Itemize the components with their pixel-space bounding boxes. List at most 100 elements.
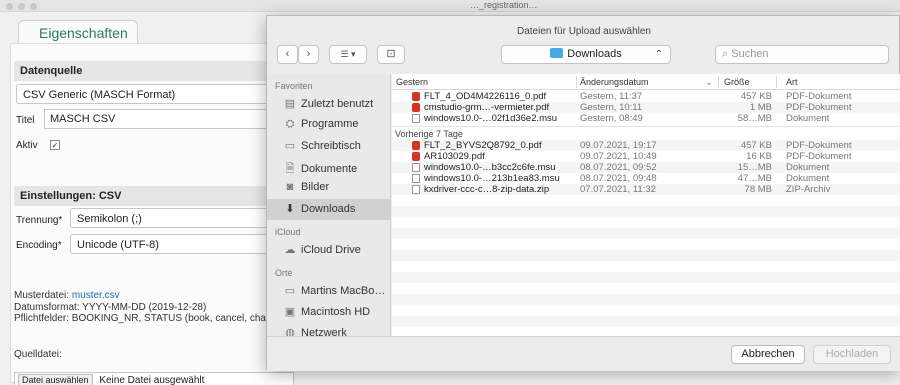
empty-row bbox=[392, 217, 900, 228]
file-kind: PDF-Dokument bbox=[786, 91, 852, 102]
sidebar-item-cloud[interactable]: ☁ iCloud Drive bbox=[267, 240, 390, 261]
file-date: Gestern, 11:37 bbox=[580, 91, 643, 102]
column-kind-header[interactable]: Art bbox=[786, 77, 798, 87]
quelldatei-file-input[interactable]: Datei auswählen Keine Datei ausgewählt bbox=[14, 372, 294, 385]
doc-file-icon bbox=[412, 114, 420, 123]
file-date: Gestern, 10:11 bbox=[580, 102, 643, 113]
file-kind: Dokument bbox=[786, 113, 830, 124]
back-button[interactable]: ‹ bbox=[277, 45, 298, 64]
disk-icon: ▣ bbox=[284, 306, 296, 318]
sidebar-section-header: Orte bbox=[275, 268, 293, 278]
empty-row bbox=[392, 250, 900, 261]
file-row[interactable]: windows10.0-…02f1d36e2.msu Gestern, 08:49… bbox=[392, 113, 900, 124]
column-name-header[interactable]: Gestern bbox=[396, 77, 428, 87]
window-close-icon[interactable] bbox=[6, 3, 13, 10]
no-file-status: Keine Datei ausgewählt bbox=[99, 375, 205, 385]
empty-row bbox=[392, 239, 900, 250]
sidebar-item-label: Dokumente bbox=[301, 163, 358, 175]
new-folder-button[interactable]: ⊡ bbox=[377, 45, 405, 64]
file-list-header: Gestern Änderungsdatum ⌄ Größe Art bbox=[392, 74, 900, 90]
trennung-select[interactable]: Semikolon (;) bbox=[70, 208, 274, 228]
file-row[interactable]: cmstudio-grm…-vermieter.pdf Gestern, 10:1… bbox=[392, 102, 900, 113]
apps-icon: ⛭ bbox=[285, 118, 295, 130]
sidebar-item-desktop[interactable]: ▭ Schreibtisch bbox=[267, 136, 390, 157]
aktiv-checkbox[interactable]: ✓ bbox=[50, 140, 60, 150]
view-options-button[interactable]: ☰ ▾ bbox=[329, 45, 367, 64]
file-kind: Dokument bbox=[786, 173, 830, 184]
sidebar-item-label: Schreibtisch bbox=[301, 140, 361, 152]
file-name: windows10.0-…b3cc2c6fe.msu bbox=[424, 162, 556, 173]
sidebar-item-label: Martins MacBo… bbox=[301, 285, 386, 297]
file-list: Gestern Änderungsdatum ⌄ Größe Art FLT_4… bbox=[392, 74, 900, 336]
dialog-title: Dateien für Upload auswählen bbox=[517, 26, 651, 37]
musterdatei-link[interactable]: muster.csv bbox=[72, 290, 120, 301]
encoding-select[interactable]: Unicode (UTF-8) bbox=[70, 234, 274, 254]
file-name: windows10.0-…02f1d36e2.msu bbox=[424, 113, 558, 124]
sidebar-item-pictures[interactable]: ◙ Bilder bbox=[267, 178, 390, 199]
file-name: FLT_2_BYVS2Q8792_0.pdf bbox=[424, 140, 542, 151]
dialog-footer: Abbrechen Hochladen bbox=[267, 336, 900, 371]
sidebar-section-header: iCloud bbox=[275, 227, 301, 237]
sidebar-item-recent[interactable]: ▤ Zuletzt benutzt bbox=[267, 94, 390, 115]
file-group-header: Vorherige 7 Tage bbox=[392, 126, 900, 140]
file-date: 08.07.2021, 09:48 bbox=[580, 173, 657, 184]
sidebar-item-network[interactable]: ◍ Netzwerk bbox=[267, 323, 390, 336]
sidebar-item-laptop[interactable]: ▭ Martins MacBo… bbox=[267, 281, 390, 302]
file-row[interactable]: kxdriver-ccc-c…8-zip-data.zip 07.07.2021,… bbox=[392, 184, 900, 195]
sidebar-item-apps[interactable]: ⛭ Programme bbox=[267, 115, 390, 136]
file-date: Gestern, 08:49 bbox=[580, 113, 643, 124]
file-date: 09.07.2021, 10:49 bbox=[580, 151, 657, 162]
cancel-button[interactable]: Abbrechen bbox=[731, 345, 805, 364]
sidebar-section-header: Favoriten bbox=[275, 81, 313, 91]
pdf-file-icon bbox=[412, 92, 420, 101]
pdf-file-icon bbox=[412, 152, 420, 161]
search-input[interactable]: ⌕ Suchen bbox=[715, 45, 889, 64]
downloads-icon: ⬇ bbox=[285, 203, 295, 215]
browser-title-bar: …_registration… bbox=[0, 0, 900, 12]
sidebar-item-label: iCloud Drive bbox=[301, 244, 361, 256]
file-kind: PDF-Dokument bbox=[786, 140, 852, 151]
empty-row bbox=[392, 305, 900, 316]
sidebar-item-disk[interactable]: ▣ Macintosh HD bbox=[267, 302, 390, 323]
file-size: 457 KB bbox=[740, 91, 772, 102]
file-size: 16 KB bbox=[746, 151, 772, 162]
trennung-label: Trennung* bbox=[16, 215, 63, 226]
empty-row bbox=[392, 195, 900, 206]
search-icon: ⌕ bbox=[722, 48, 729, 60]
window-minimize-icon[interactable] bbox=[18, 3, 25, 10]
file-kind: Dokument bbox=[786, 162, 830, 173]
sidebar-item-downloads[interactable]: ⬇ Downloads bbox=[267, 199, 390, 220]
empty-row bbox=[392, 206, 900, 217]
file-upload-dialog: Dateien für Upload auswählen ‹ › ☰ ▾ ⊡ D… bbox=[266, 15, 900, 371]
window-title: …_registration… bbox=[470, 0, 538, 10]
column-date-header[interactable]: Änderungsdatum bbox=[580, 77, 649, 87]
column-size-header[interactable]: Größe bbox=[724, 77, 750, 87]
file-row[interactable]: FLT_2_BYVS2Q8792_0.pdf 09.07.2021, 19:17 4… bbox=[392, 140, 900, 151]
doc-file-icon bbox=[412, 163, 420, 172]
location-select[interactable]: Downloads ⌃ bbox=[501, 45, 671, 64]
pdf-file-icon bbox=[412, 141, 420, 150]
file-row[interactable]: FLT_4_OD4M4226116_0.pdf Gestern, 11:37 457… bbox=[392, 91, 900, 102]
pflichtfelder-info: Pflichtfelder: BOOKING_NR, STATUS (book,… bbox=[14, 313, 270, 324]
titel-input[interactable]: MASCH CSV bbox=[44, 109, 274, 129]
file-row[interactable]: windows10.0-…b3cc2c6fe.msu 08.07.2021, 09… bbox=[392, 162, 900, 173]
desktop-icon: ▭ bbox=[284, 140, 296, 152]
titel-label: Titel bbox=[16, 115, 35, 126]
datenquelle-select[interactable]: CSV Generic (MASCH Format) bbox=[16, 84, 272, 104]
empty-row bbox=[392, 316, 900, 327]
file-row[interactable]: windows10.0-…213b1ea83.msu 08.07.2021, 09… bbox=[392, 173, 900, 184]
sidebar-item-documents[interactable]: 🗎 Dokumente bbox=[267, 157, 390, 178]
forward-button[interactable]: › bbox=[298, 45, 319, 64]
file-date: 08.07.2021, 09:52 bbox=[580, 162, 657, 173]
sidebar-item-label: Programme bbox=[301, 118, 359, 130]
file-size: 47…MB bbox=[737, 173, 772, 184]
empty-row bbox=[392, 294, 900, 305]
file-size: 457 KB bbox=[740, 140, 772, 151]
tab-eigenschaften[interactable]: Eigenschaften bbox=[18, 20, 138, 44]
upload-button[interactable]: Hochladen bbox=[813, 345, 891, 364]
window-zoom-icon[interactable] bbox=[30, 3, 37, 10]
choose-file-button[interactable]: Datei auswählen bbox=[18, 374, 93, 385]
zip-file-icon bbox=[412, 185, 420, 194]
laptop-icon: ▭ bbox=[284, 285, 296, 297]
file-row[interactable]: AR103029.pdf 09.07.2021, 10:49 16 KB PDF-Do… bbox=[392, 151, 900, 162]
